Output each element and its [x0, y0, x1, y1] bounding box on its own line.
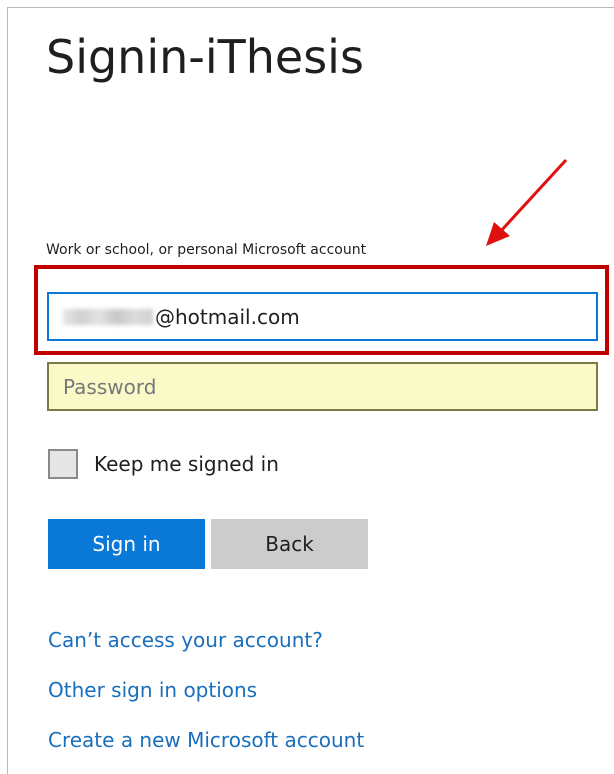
keep-signed-in-checkbox[interactable]	[48, 449, 78, 479]
annotation-arrow-icon	[486, 158, 568, 246]
back-button[interactable]: Back	[211, 519, 368, 569]
keep-signed-in-label[interactable]: Keep me signed in	[94, 452, 279, 476]
other-sign-in-options-link[interactable]: Other sign in options	[48, 678, 257, 702]
create-account-link[interactable]: Create a new Microsoft account	[48, 728, 364, 752]
keep-signed-in-row[interactable]: Keep me signed in	[48, 449, 279, 479]
sign-in-button[interactable]: Sign in	[48, 519, 205, 569]
email-value: @hotmail.com	[155, 304, 300, 329]
account-label: Work or school, or personal Microsoft ac…	[46, 242, 367, 258]
password-field[interactable]: Password	[47, 362, 598, 411]
cant-access-account-link[interactable]: Can’t access your account?	[48, 628, 323, 652]
page-title: Signin-iThesis	[46, 30, 364, 84]
email-field[interactable]: @hotmail.com	[47, 292, 598, 341]
redacted-username	[63, 308, 153, 325]
password-placeholder: Password	[63, 374, 157, 399]
